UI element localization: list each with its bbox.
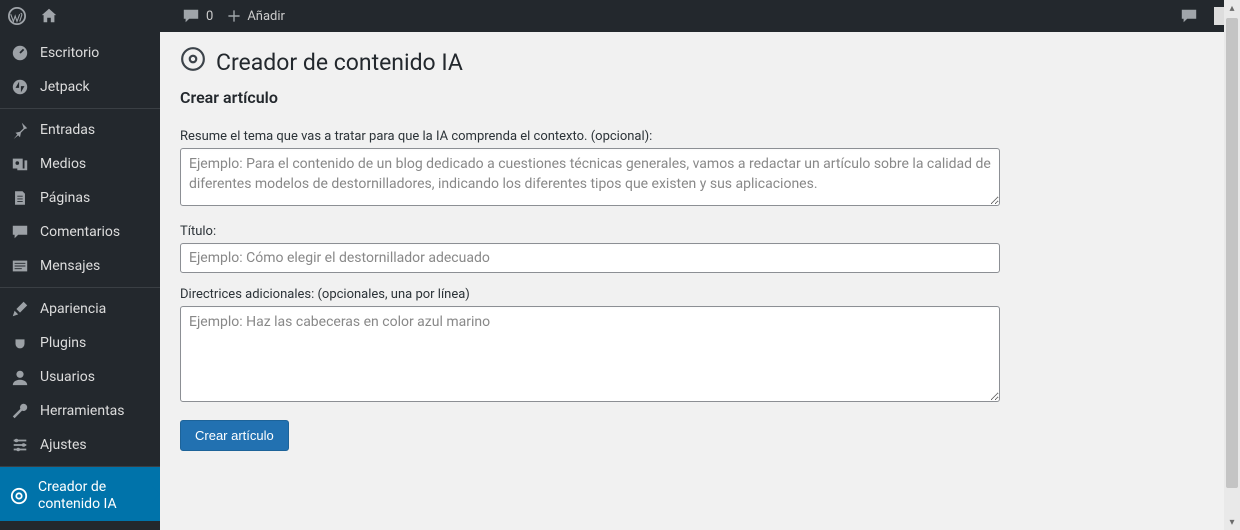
guidelines-textarea[interactable]	[180, 306, 1000, 402]
create-article-button[interactable]: Crear artículo	[180, 420, 289, 451]
sidebar-item-dashboard[interactable]: Escritorio	[0, 36, 160, 70]
sidebar-item-label: Escritorio	[40, 45, 99, 62]
sidebar-item-label: Comentarios	[40, 224, 120, 241]
target-icon	[10, 487, 28, 505]
target-icon	[180, 46, 206, 78]
comments-count: 0	[206, 9, 213, 24]
sidebar-item-label: Apariencia	[40, 301, 106, 318]
sidebar-item-label: Herramientas	[40, 403, 125, 420]
admin-sidebar: Escritorio Jetpack Entradas Medios Págin…	[0, 32, 160, 530]
comments-icon	[10, 223, 30, 241]
sidebar-item-label: Entradas	[40, 122, 95, 139]
home-link[interactable]	[40, 7, 58, 25]
jetpack-icon	[10, 78, 30, 96]
sidebar-item-plugins[interactable]: Plugins	[0, 326, 160, 360]
add-new-label: Añadir	[247, 9, 285, 24]
sidebar-item-messages[interactable]: Mensajes	[0, 249, 160, 283]
sidebar-item-label: Mensajes	[40, 258, 100, 275]
comments-link[interactable]: 0	[182, 7, 213, 25]
plug-icon	[10, 334, 30, 352]
sidebar-item-label: Medios	[40, 156, 86, 173]
admin-bar: 0 Añadir	[0, 0, 1240, 32]
sidebar-item-label: Usuarios	[40, 369, 95, 386]
page-title-text: Creador de contenido IA	[216, 49, 463, 76]
sidebar-item-settings[interactable]: Ajustes	[0, 428, 160, 462]
sidebar-item-users[interactable]: Usuarios	[0, 360, 160, 394]
sidebar-item-appearance[interactable]: Apariencia	[0, 287, 160, 326]
sidebar-item-posts[interactable]: Entradas	[0, 108, 160, 147]
sidebar-item-tools[interactable]: Herramientas	[0, 394, 160, 428]
notifications-icon[interactable]	[1180, 7, 1198, 25]
add-new-link[interactable]: Añadir	[227, 9, 285, 24]
page-title: Creador de contenido IA	[180, 46, 1220, 78]
sliders-icon	[10, 436, 30, 454]
brush-icon	[10, 300, 30, 318]
pages-icon	[10, 189, 30, 207]
sidebar-item-media[interactable]: Medios	[0, 147, 160, 181]
window-scrollbar[interactable]: ▴ ▾	[1224, 0, 1240, 530]
summary-label: Resume el tema que vas a tratar para que…	[180, 129, 1220, 144]
scroll-thumb[interactable]	[1226, 18, 1238, 488]
title-input[interactable]	[180, 243, 1000, 273]
scroll-up-arrow[interactable]: ▴	[1224, 0, 1240, 16]
wrench-icon	[10, 402, 30, 420]
main-content: Creador de contenido IA Crear artículo R…	[160, 32, 1240, 530]
sidebar-item-label: Páginas	[40, 190, 90, 207]
sidebar-item-label: Creador de contenido IA	[38, 479, 150, 513]
sidebar-item-label: Plugins	[40, 335, 86, 352]
guidelines-label: Directrices adicionales: (opcionales, un…	[180, 287, 1220, 302]
wp-logo[interactable]	[8, 7, 26, 25]
media-icon	[10, 155, 30, 173]
summary-textarea[interactable]	[180, 148, 1000, 206]
user-icon	[10, 368, 30, 386]
sidebar-item-comments[interactable]: Comentarios	[0, 215, 160, 249]
messages-icon	[10, 257, 30, 275]
pin-icon	[10, 121, 30, 139]
sidebar-item-pages[interactable]: Páginas	[0, 181, 160, 215]
sidebar-item-label: Ajustes	[40, 437, 87, 454]
sidebar-item-ai-creator[interactable]: Creador de contenido IA	[0, 466, 160, 521]
section-heading: Crear artículo	[180, 88, 1220, 107]
dashboard-icon	[10, 44, 30, 62]
sidebar-item-jetpack[interactable]: Jetpack	[0, 70, 160, 104]
title-label: Título:	[180, 224, 1220, 239]
scroll-down-arrow[interactable]: ▾	[1224, 514, 1240, 530]
sidebar-item-label: Jetpack	[40, 79, 90, 96]
